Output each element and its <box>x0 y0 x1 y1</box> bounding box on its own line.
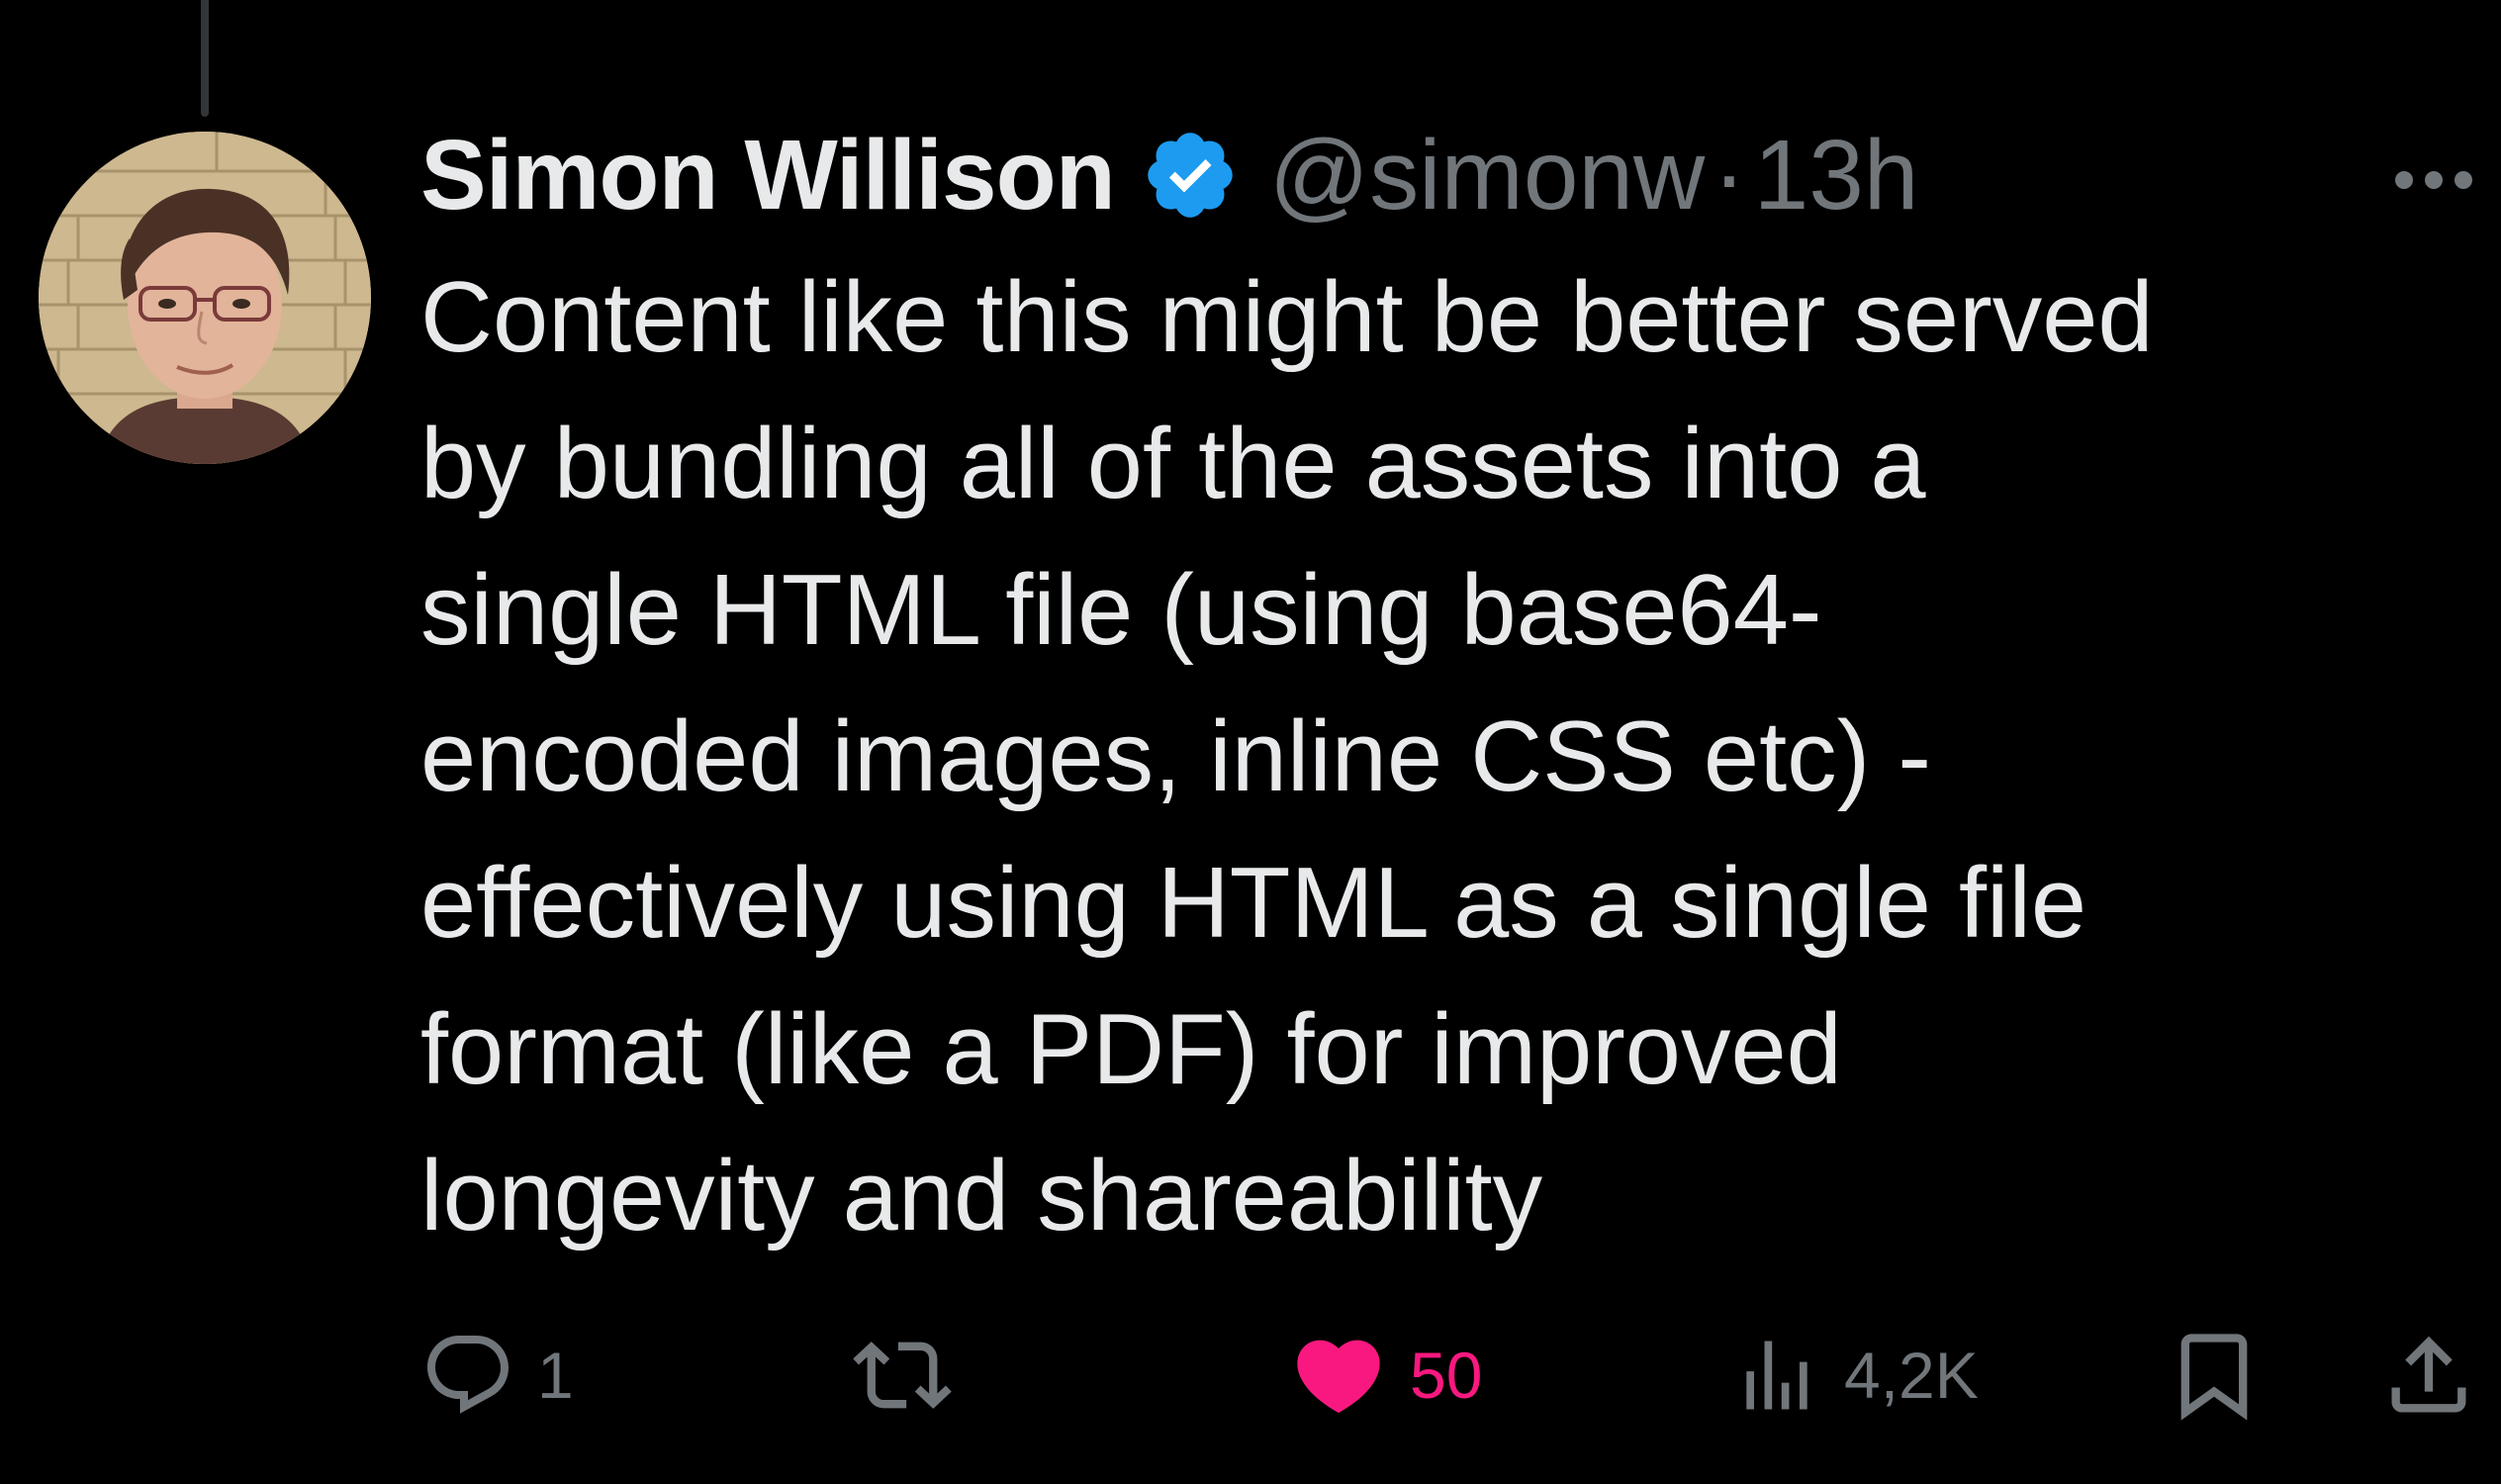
tweet-header: Simon Willison @simonw · 13h <box>420 111 2439 239</box>
tweet-text-line: encoded images, inline CSS etc) - <box>420 701 1931 812</box>
bookmark-icon <box>2180 1334 2248 1421</box>
avatar-photo <box>39 132 371 464</box>
share-upload-icon <box>2391 1336 2466 1413</box>
more-dots-icon[interactable] <box>2389 160 2478 200</box>
view-count: 4,2K <box>1844 1339 1979 1412</box>
heart-icon <box>1297 1340 1380 1414</box>
bookmark-button[interactable] <box>2165 1316 2264 1435</box>
author-display-name[interactable]: Simon Willison <box>420 119 1116 232</box>
retweet-button[interactable] <box>853 1316 973 1435</box>
tweet-text-line: by bundling all of the assets into a <box>420 409 1926 519</box>
verified-badge-icon[interactable] <box>1141 126 1240 225</box>
share-button[interactable] <box>2379 1316 2478 1435</box>
tweet-text-line: longevity and shareability <box>420 1141 1543 1252</box>
analytics-bars-icon <box>1746 1341 1807 1410</box>
tweet-text-line: Content like this might be better served <box>420 262 2154 373</box>
reply-button[interactable]: 1 <box>420 1316 574 1435</box>
tweet-text-line: format (like a PDF) for improved <box>420 994 1842 1105</box>
reply-bubble-icon <box>427 1336 509 1414</box>
views-button[interactable]: 4,2K <box>1731 1316 1979 1435</box>
tweet-text-line: effectively using HTML as a single file <box>420 848 2087 959</box>
like-button[interactable]: 50 <box>1289 1316 1482 1435</box>
reply-count: 1 <box>537 1339 574 1412</box>
retweet-arrows-icon <box>853 1342 952 1409</box>
header-separator: · <box>1713 119 1746 231</box>
tweet-text: Content like this might be better served… <box>420 244 2439 1269</box>
tweet-text-line: single HTML file (using base64- <box>420 555 1822 666</box>
like-count: 50 <box>1410 1339 1483 1412</box>
author-handle[interactable]: @simonw <box>1269 119 1705 232</box>
tweet-body: Simon Willison @simonw · 13h Content lik… <box>420 111 2439 1269</box>
avatar[interactable] <box>39 132 371 464</box>
tweet-timestamp[interactable]: 13h <box>1754 119 1919 232</box>
tweet-action-bar: 1 50 4,2K <box>0 1316 2501 1435</box>
thread-connector-line <box>201 0 209 117</box>
